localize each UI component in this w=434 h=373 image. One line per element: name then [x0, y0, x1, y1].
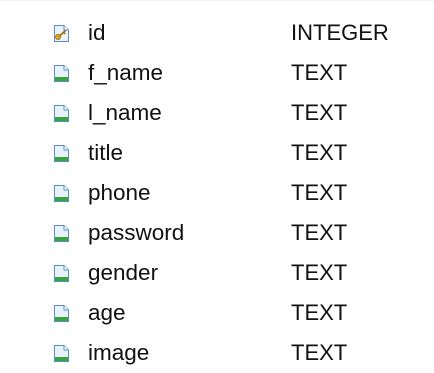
- column-name: password: [88, 220, 185, 245]
- column-type: TEXT: [291, 60, 348, 85]
- column-name: l_name: [88, 100, 162, 125]
- schema-row[interactable]: age TEXT: [0, 293, 434, 333]
- column-type: TEXT: [291, 220, 348, 245]
- schema-row[interactable]: password TEXT: [0, 213, 434, 253]
- column-name: title: [88, 140, 124, 165]
- column-type: INTEGER: [291, 20, 389, 45]
- column-type: TEXT: [291, 260, 348, 285]
- column-icon: [54, 145, 69, 162]
- schema-row[interactable]: id INTEGER: [0, 13, 434, 53]
- column-name: age: [88, 300, 126, 325]
- primary-key-column-icon: [54, 25, 69, 42]
- column-icon: [54, 345, 69, 362]
- table-schema-list: id INTEGER f_name TEXT l_name TEXT title…: [0, 0, 434, 369]
- column-type: TEXT: [291, 340, 348, 365]
- column-name: image: [88, 340, 150, 365]
- column-type: TEXT: [291, 100, 348, 125]
- schema-row[interactable]: gender TEXT: [0, 253, 434, 293]
- schema-row[interactable]: title TEXT: [0, 133, 434, 173]
- column-icon: [54, 65, 69, 82]
- column-icon: [54, 185, 69, 202]
- column-name: f_name: [88, 60, 164, 85]
- column-icon: [54, 225, 69, 242]
- column-type: TEXT: [291, 300, 348, 325]
- column-name: gender: [88, 260, 159, 285]
- schema-row[interactable]: f_name TEXT: [0, 53, 434, 93]
- column-icon: [54, 105, 69, 122]
- schema-row[interactable]: image TEXT: [0, 333, 434, 373]
- column-icon: [54, 265, 69, 282]
- column-name: phone: [88, 180, 151, 205]
- schema-row[interactable]: phone TEXT: [0, 173, 434, 213]
- column-type: TEXT: [291, 140, 348, 165]
- column-name: id: [88, 20, 106, 45]
- column-type: TEXT: [291, 180, 348, 205]
- schema-row[interactable]: l_name TEXT: [0, 93, 434, 133]
- column-icon: [54, 305, 69, 322]
